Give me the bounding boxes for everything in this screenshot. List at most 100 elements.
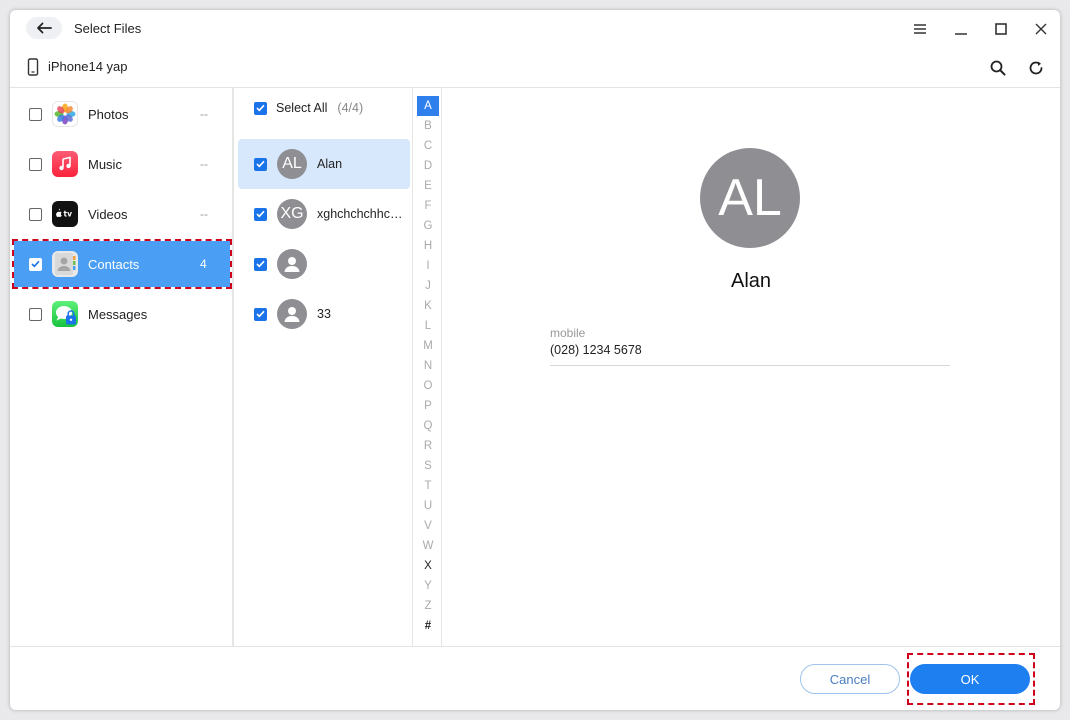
- photos-checkbox[interactable]: [29, 107, 42, 121]
- phone-icon: [27, 58, 39, 76]
- index-letter-z[interactable]: Z: [417, 596, 439, 616]
- contact-row[interactable]: XG xghchchchhchchc: [238, 189, 410, 239]
- category-label: Videos: [88, 206, 128, 222]
- contact-checkbox[interactable]: [254, 307, 267, 321]
- category-count: --: [200, 157, 208, 171]
- index-letter-y[interactable]: Y: [417, 576, 439, 596]
- category-label: Photos: [88, 106, 129, 122]
- select-files-window: Select Files iPhone14 yap Photos -- Musi…: [10, 10, 1060, 710]
- maximize-button[interactable]: [990, 18, 1012, 40]
- category-messages[interactable]: Messages: [14, 291, 230, 337]
- index-letter-v[interactable]: V: [417, 516, 439, 536]
- checkmark-icon: [256, 210, 265, 218]
- index-letter-k[interactable]: K: [417, 296, 439, 316]
- footer: Cancel OK: [10, 646, 1060, 710]
- contact-list: Select All (4/4) AL Alan XG xghchchchhch…: [236, 88, 412, 646]
- contact-name: xghchchchhchchc: [317, 207, 409, 221]
- index-letter-j[interactable]: J: [417, 276, 439, 296]
- alphabet-index: A B C D E F G H I J K L M N O P Q R S T …: [412, 88, 442, 646]
- index-letter-b[interactable]: B: [417, 116, 439, 136]
- ok-button[interactable]: OK: [910, 664, 1030, 694]
- maximize-icon: [995, 23, 1007, 35]
- detail-name: Alan: [730, 270, 772, 292]
- photos-icon: [52, 101, 78, 127]
- index-letter-i[interactable]: I: [417, 256, 439, 276]
- refresh-button[interactable]: [1024, 56, 1048, 80]
- index-letter-x[interactable]: X: [417, 556, 439, 576]
- index-letter-h[interactable]: H: [417, 236, 439, 256]
- index-letter-u[interactable]: U: [417, 496, 439, 516]
- music-checkbox[interactable]: [29, 157, 42, 171]
- index-letter-w[interactable]: W: [417, 536, 439, 556]
- category-count: --: [200, 207, 208, 221]
- person-icon: [284, 257, 300, 272]
- phone-field-label: mobile: [550, 326, 586, 340]
- category-photos[interactable]: Photos --: [14, 91, 230, 137]
- index-letter-c[interactable]: C: [417, 136, 439, 156]
- menu-button[interactable]: [909, 18, 931, 40]
- search-button[interactable]: [986, 56, 1010, 80]
- music-icon: [52, 151, 78, 177]
- title-bar: Select Files: [10, 10, 1060, 48]
- contact-checkbox[interactable]: [254, 157, 267, 171]
- close-button[interactable]: [1030, 18, 1052, 40]
- search-icon: [990, 60, 1006, 76]
- checkmark-icon: [256, 160, 265, 168]
- index-letter-s[interactable]: S: [417, 456, 439, 476]
- messages-checkbox[interactable]: [29, 307, 42, 321]
- contact-avatar: [277, 299, 307, 329]
- index-letter-a[interactable]: A: [417, 96, 439, 116]
- contact-row[interactable]: [238, 239, 410, 289]
- contacts-checkbox[interactable]: [29, 257, 42, 271]
- phone-field: mobile (028) 1234 5678: [550, 326, 950, 366]
- index-letter-g[interactable]: G: [417, 216, 439, 236]
- index-letter-l[interactable]: L: [417, 316, 439, 336]
- category-sidebar: Photos -- Music -- tv Videos -- Contacts…: [10, 88, 234, 646]
- tv-icon: tv: [52, 201, 78, 227]
- contact-checkbox[interactable]: [254, 257, 267, 271]
- index-letter-n[interactable]: N: [417, 356, 439, 376]
- index-letter-m[interactable]: M: [417, 336, 439, 356]
- index-letter-r[interactable]: R: [417, 436, 439, 456]
- contact-avatar: XG: [277, 199, 307, 229]
- minimize-button[interactable]: [950, 18, 972, 40]
- device-name: iPhone14 yap: [48, 59, 128, 74]
- index-letter-t[interactable]: T: [417, 476, 439, 496]
- index-letter-e[interactable]: E: [417, 176, 439, 196]
- contacts-icon: [52, 251, 78, 277]
- contact-row[interactable]: AL Alan: [238, 139, 410, 189]
- category-count: --: [200, 107, 208, 121]
- device-bar: iPhone14 yap: [10, 48, 1060, 88]
- cancel-button[interactable]: Cancel: [800, 664, 900, 694]
- category-count: 4: [200, 257, 207, 271]
- videos-checkbox[interactable]: [29, 207, 42, 221]
- messages-icon: [52, 301, 78, 327]
- window-title: Select Files: [74, 21, 142, 36]
- svg-text:tv: tv: [64, 210, 73, 219]
- index-letter-o[interactable]: O: [417, 376, 439, 396]
- category-label: Music: [88, 156, 122, 172]
- detail-avatar: AL: [700, 148, 800, 248]
- index-letter-hash[interactable]: #: [417, 616, 439, 636]
- back-button[interactable]: [26, 17, 62, 39]
- contact-name: Alan: [317, 157, 343, 171]
- contact-name: 33: [317, 307, 331, 321]
- category-contacts[interactable]: Contacts 4: [12, 239, 232, 289]
- close-icon: [1035, 23, 1047, 35]
- menu-icon: [914, 24, 926, 34]
- category-music[interactable]: Music --: [14, 141, 230, 187]
- index-letter-d[interactable]: D: [417, 156, 439, 176]
- select-all[interactable]: Select All (4/4): [254, 101, 363, 115]
- contact-checkbox[interactable]: [254, 207, 267, 221]
- index-letter-f[interactable]: F: [417, 196, 439, 216]
- category-videos[interactable]: tv Videos --: [14, 191, 230, 237]
- contact-row[interactable]: 33: [238, 289, 410, 339]
- contact-detail: AL Alan mobile (028) 1234 5678: [442, 88, 1060, 646]
- checkmark-icon: [256, 260, 265, 268]
- minimize-icon: [955, 33, 967, 35]
- select-all-checkbox[interactable]: [254, 101, 267, 115]
- index-letter-q[interactable]: Q: [417, 416, 439, 436]
- phone-field-value: (028) 1234 5678: [550, 343, 642, 357]
- index-letter-p[interactable]: P: [417, 396, 439, 416]
- select-all-count: (4/4): [337, 101, 364, 115]
